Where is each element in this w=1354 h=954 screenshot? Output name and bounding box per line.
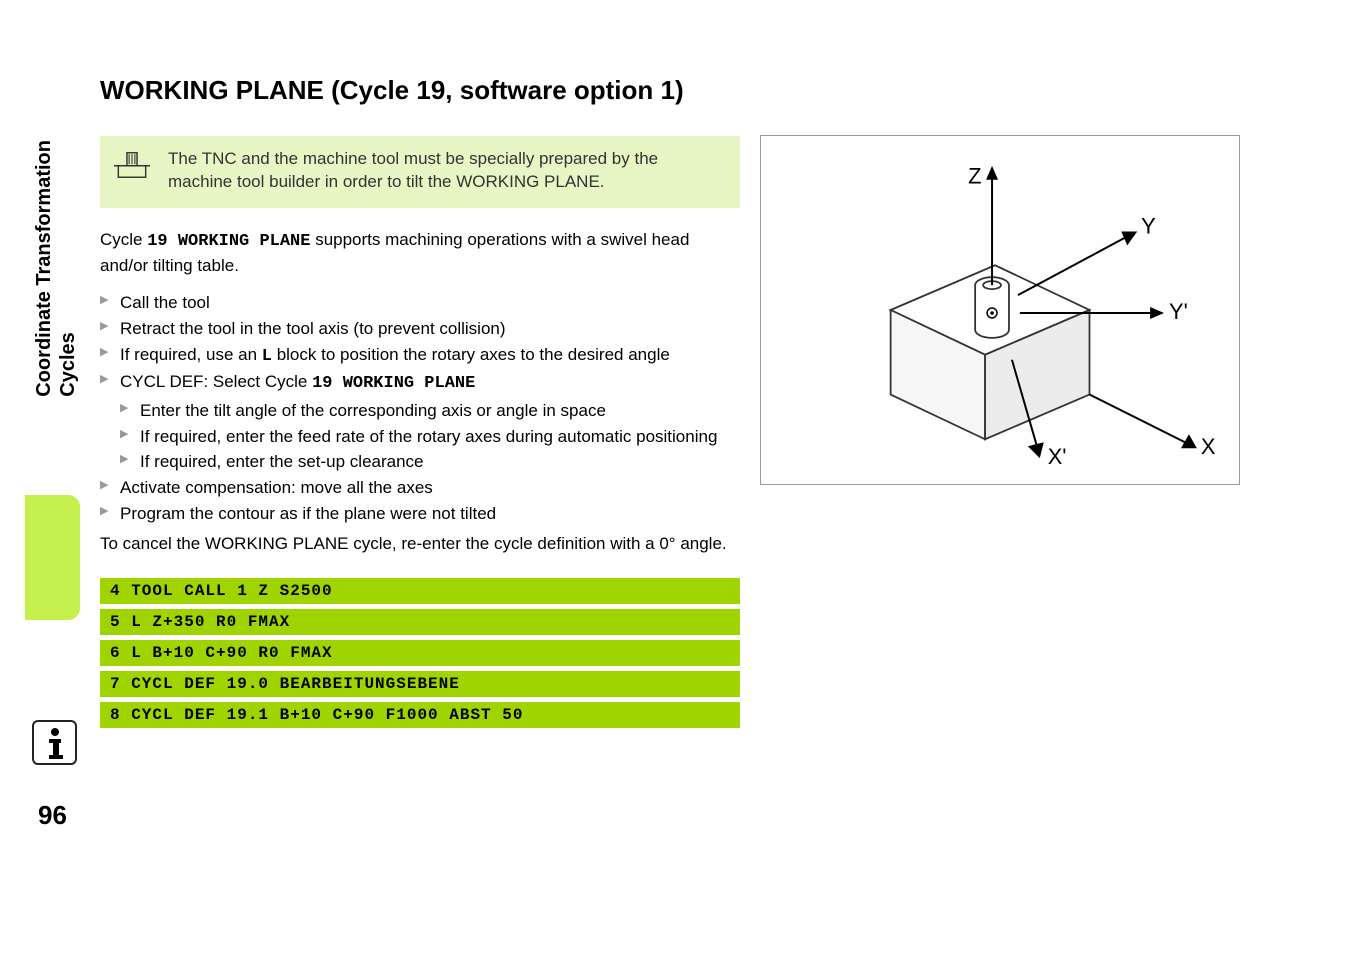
info-icon xyxy=(32,720,77,765)
sublist: Enter the tilt angle of the correspondin… xyxy=(120,399,740,475)
intro-paragraph: Cycle 19 WORKING PLANE supports machinin… xyxy=(100,228,740,278)
code-line: 6 L B+10 C+90 R0 FMAX xyxy=(100,640,740,666)
sidebar-highlight-marker xyxy=(25,495,80,620)
intro-mono: 19 WORKING PLANE xyxy=(147,232,310,251)
list-text-pre: CYCL DEF: Select Cycle xyxy=(120,372,312,391)
list-text: Program the contour as if the plane were… xyxy=(120,504,496,523)
instruction-list: Call the tool Retract the tool in the to… xyxy=(100,291,740,526)
list-item: If required, use an L block to position … xyxy=(100,343,740,370)
sublist-item: If required, enter the set-up clearance xyxy=(120,450,740,475)
code-line: 4 TOOL CALL 1 Z S2500 xyxy=(100,578,740,604)
list-text: Retract the tool in the tool axis (to pr… xyxy=(120,319,506,338)
code-line: 8 CYCL DEF 19.1 B+10 C+90 F1000 ABST 50 xyxy=(100,702,740,728)
page-number: 96 xyxy=(38,800,67,831)
note-box: The TNC and the machine tool must be spe… xyxy=(100,136,740,208)
code-block: 4 TOOL CALL 1 Z S2500 5 L Z+350 R0 FMAX … xyxy=(100,578,740,728)
cancel-paragraph: To cancel the WORKING PLANE cycle, re-en… xyxy=(100,532,740,556)
list-text-mono: 19 WORKING PLANE xyxy=(312,374,475,393)
code-line: 5 L Z+350 R0 FMAX xyxy=(100,609,740,635)
page-title: WORKING PLANE (Cycle 19, software option… xyxy=(100,75,740,106)
sidebar-line-1: Coordinate Transformation xyxy=(33,140,55,397)
list-text: Activate compensation: move all the axes xyxy=(120,478,433,497)
list-text-mono: L xyxy=(262,347,272,366)
sublist-text: If required, enter the set-up clearance xyxy=(140,452,424,471)
axis-yprime-label: Y' xyxy=(1169,299,1188,324)
axis-xprime-label: X' xyxy=(1048,444,1067,469)
axis-z-label: Z xyxy=(968,164,981,189)
sublist-item: If required, enter the feed rate of the … xyxy=(120,425,740,450)
list-item: CYCL DEF: Select Cycle 19 WORKING PLANE … xyxy=(100,370,740,475)
list-text-pre: If required, use an xyxy=(120,345,262,364)
sidebar-line-2: Cycles xyxy=(57,332,79,397)
note-text: The TNC and the machine tool must be spe… xyxy=(168,148,724,194)
sublist-item: Enter the tilt angle of the correspondin… xyxy=(120,399,740,424)
list-item: Activate compensation: move all the axes xyxy=(100,476,740,501)
axis-y-label: Y xyxy=(1141,213,1156,238)
main-content: WORKING PLANE (Cycle 19, software option… xyxy=(100,75,740,733)
list-item: Call the tool xyxy=(100,291,740,316)
list-text-post: block to position the rotary axes to the… xyxy=(272,345,670,364)
coordinate-diagram: Z Y Y' X X' xyxy=(760,135,1240,485)
sublist-text: If required, enter the feed rate of the … xyxy=(140,427,717,446)
list-text: Call the tool xyxy=(120,293,210,312)
intro-pre: Cycle xyxy=(100,230,147,249)
list-item: Program the contour as if the plane were… xyxy=(100,502,740,527)
axis-x-label: X xyxy=(1201,434,1216,459)
sublist-text: Enter the tilt angle of the correspondin… xyxy=(140,401,606,420)
machine-icon xyxy=(114,148,150,187)
sidebar-section-label: Coordinate Transformation Cycles xyxy=(32,140,80,397)
list-item: Retract the tool in the tool axis (to pr… xyxy=(100,317,740,342)
code-line: 7 CYCL DEF 19.0 BEARBEITUNGSEBENE xyxy=(100,671,740,697)
